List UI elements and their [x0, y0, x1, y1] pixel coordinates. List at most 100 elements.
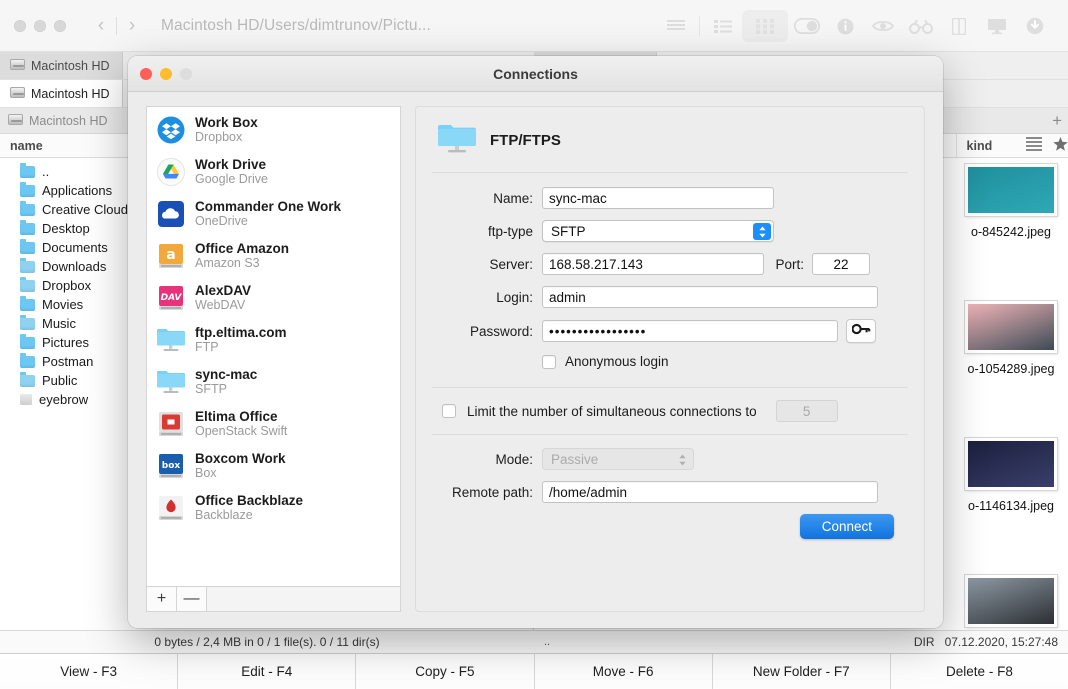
maximize-button[interactable]	[54, 19, 66, 32]
anonymous-login-label: Anonymous login	[565, 354, 669, 369]
folder-icon	[20, 277, 35, 292]
thumbnail-filename: o-1054289.jpeg	[967, 362, 1055, 376]
port-input[interactable]: 22	[812, 253, 870, 275]
box-icon: box	[157, 452, 185, 480]
list-view-icon[interactable]	[657, 11, 695, 41]
folder-icon	[20, 201, 35, 216]
connection-name: Commander One Work	[195, 199, 342, 214]
menu-list-icon[interactable]	[1025, 137, 1045, 154]
drive-label: Macintosh HD	[29, 113, 108, 128]
dialog-actions: Connect	[438, 514, 902, 539]
file-name: Music	[42, 316, 76, 331]
chevron-updown-icon[interactable]	[673, 451, 691, 468]
password-reveal-button[interactable]	[846, 319, 876, 343]
file-name: Dropbox	[42, 278, 92, 293]
connection-list-item[interactable]: ftp.eltima.com FTP	[147, 319, 400, 361]
grid-view-icon[interactable]	[742, 10, 788, 42]
dialog-close-button[interactable]	[140, 67, 152, 80]
thumbnail-image	[965, 164, 1057, 216]
mode-select[interactable]: Passive	[542, 448, 694, 470]
chevron-updown-icon[interactable]	[753, 223, 771, 240]
window-traffic-lights[interactable]	[14, 19, 66, 32]
connection-text: Office Backblaze Backblaze	[195, 493, 303, 523]
toggle-icon[interactable]	[788, 11, 826, 41]
split-view-icon[interactable]	[940, 11, 978, 41]
remote-path-input[interactable]: /home/admin	[542, 481, 878, 503]
thumbnail-cell[interactable]	[952, 575, 1068, 630]
name-input[interactable]: sync-mac	[542, 187, 774, 209]
connection-list-item[interactable]: Work Drive Google Drive	[147, 151, 400, 193]
ftp-type-select[interactable]: SFTP	[542, 220, 774, 242]
login-input[interactable]: admin	[542, 286, 878, 308]
thumbnail-cell[interactable]: o-845242.jpeg	[952, 164, 1068, 240]
limit-connections-input[interactable]: 5	[775, 400, 838, 422]
thumbnail-filename: o-845242.jpeg	[971, 225, 1051, 239]
password-input[interactable]: •••••••••••••••••	[542, 320, 838, 342]
info-icon[interactable]	[826, 11, 864, 41]
connection-name: Work Box	[195, 115, 258, 130]
connection-service: OneDrive	[195, 214, 248, 228]
dialog-title-bar: Connections	[128, 56, 943, 92]
thumbnail-cell[interactable]: o-1146134.jpeg	[952, 438, 1068, 514]
function-key-7[interactable]: New Folder - F7	[712, 654, 891, 689]
connection-list-item[interactable]: Eltima Office OpenStack Swift	[147, 403, 400, 445]
connection-list-item[interactable]: sync-mac SFTP	[147, 361, 400, 403]
dialog-minimize-button[interactable]	[160, 67, 172, 80]
function-key-5[interactable]: Copy - F5	[356, 654, 535, 689]
anonymous-login-checkbox[interactable]	[542, 354, 556, 369]
tab-macintosh-hd-left-2[interactable]: Macintosh HD	[0, 80, 123, 107]
remove-connection-button[interactable]: —	[177, 587, 207, 611]
connection-list-item[interactable]: a Office Amazon Amazon S3	[147, 235, 400, 277]
close-button[interactable]	[14, 19, 26, 32]
connections-list[interactable]: Work Box Dropbox Work Drive Google Drive Com…	[146, 106, 401, 586]
function-key-3[interactable]: View - F3	[0, 654, 179, 689]
screen-icon[interactable]	[978, 11, 1016, 41]
screen-folder-icon	[438, 121, 476, 160]
detail-view-icon[interactable]	[704, 11, 742, 41]
status-bar: 0 bytes / 2,4 MB in 0 / 1 file(s). 0 / 1…	[0, 630, 1068, 653]
ftp-screen-icon	[157, 326, 185, 354]
connection-list-item[interactable]: box Boxcom Work Box	[147, 445, 400, 487]
download-icon[interactable]	[1016, 11, 1054, 41]
function-key-bar: View - F3 Edit - F4 Copy - F5 Move - F6 New …	[0, 653, 1068, 689]
add-connection-button[interactable]: +	[147, 587, 177, 611]
tab-macintosh-hd-left-1[interactable]: Macintosh HD	[0, 52, 123, 79]
column-header-kind[interactable]: kind	[955, 134, 1026, 157]
connection-text: Work Drive Google Drive	[195, 157, 268, 187]
connection-form: Name: sync-mac ftp-type SFTP Server: 168…	[416, 173, 924, 373]
webdav-icon: DAV	[157, 284, 185, 312]
connection-list-item[interactable]: Work Box Dropbox	[147, 109, 400, 151]
navigation-arrows[interactable]: ‹ ›	[86, 16, 147, 35]
function-key-6[interactable]: Move - F6	[534, 654, 713, 689]
minimize-button[interactable]	[34, 19, 46, 32]
anonymous-login-checkbox-group[interactable]: Anonymous login	[542, 354, 669, 369]
connection-list-item[interactable]: Office Backblaze Backblaze	[147, 487, 400, 529]
connection-service: Dropbox	[195, 130, 243, 144]
dialog-maximize-button[interactable]	[180, 67, 192, 80]
server-input[interactable]: 168.58.217.143	[542, 253, 764, 275]
toolbar-icon-group	[657, 0, 1054, 52]
add-tab-icon[interactable]: +	[1052, 112, 1062, 129]
eye-icon[interactable]	[864, 11, 902, 41]
back-icon[interactable]: ‹	[86, 16, 116, 35]
harddisk-icon	[8, 114, 23, 127]
connect-button[interactable]: Connect	[799, 514, 894, 539]
function-key-4[interactable]: Edit - F4	[178, 654, 357, 689]
connection-list-item[interactable]: DAV AlexDAV WebDAV	[147, 277, 400, 319]
connection-list-item[interactable]: Commander One Work OneDrive	[147, 193, 400, 235]
ftp-type-label: ftp-type	[487, 223, 533, 239]
folder-icon	[20, 239, 35, 254]
function-key-8[interactable]: Delete - F8	[890, 654, 1068, 689]
file-name: Desktop	[42, 221, 90, 236]
thumbnail-cell[interactable]: o-1054289.jpeg	[952, 301, 1068, 377]
file-name: Pictures	[42, 335, 89, 350]
status-left-summary: 0 bytes / 2,4 MB in 0 / 1 file(s). 0 / 1…	[154, 635, 380, 649]
svg-text:DAV: DAV	[161, 293, 183, 303]
google-drive-icon	[157, 158, 185, 186]
key-icon	[850, 322, 871, 340]
limit-connections-checkbox[interactable]	[442, 404, 456, 418]
forward-icon[interactable]: ›	[117, 16, 147, 35]
binoculars-icon[interactable]	[902, 11, 940, 41]
favorite-star-icon[interactable]	[1053, 137, 1068, 154]
dialog-traffic-lights[interactable]	[140, 67, 192, 80]
